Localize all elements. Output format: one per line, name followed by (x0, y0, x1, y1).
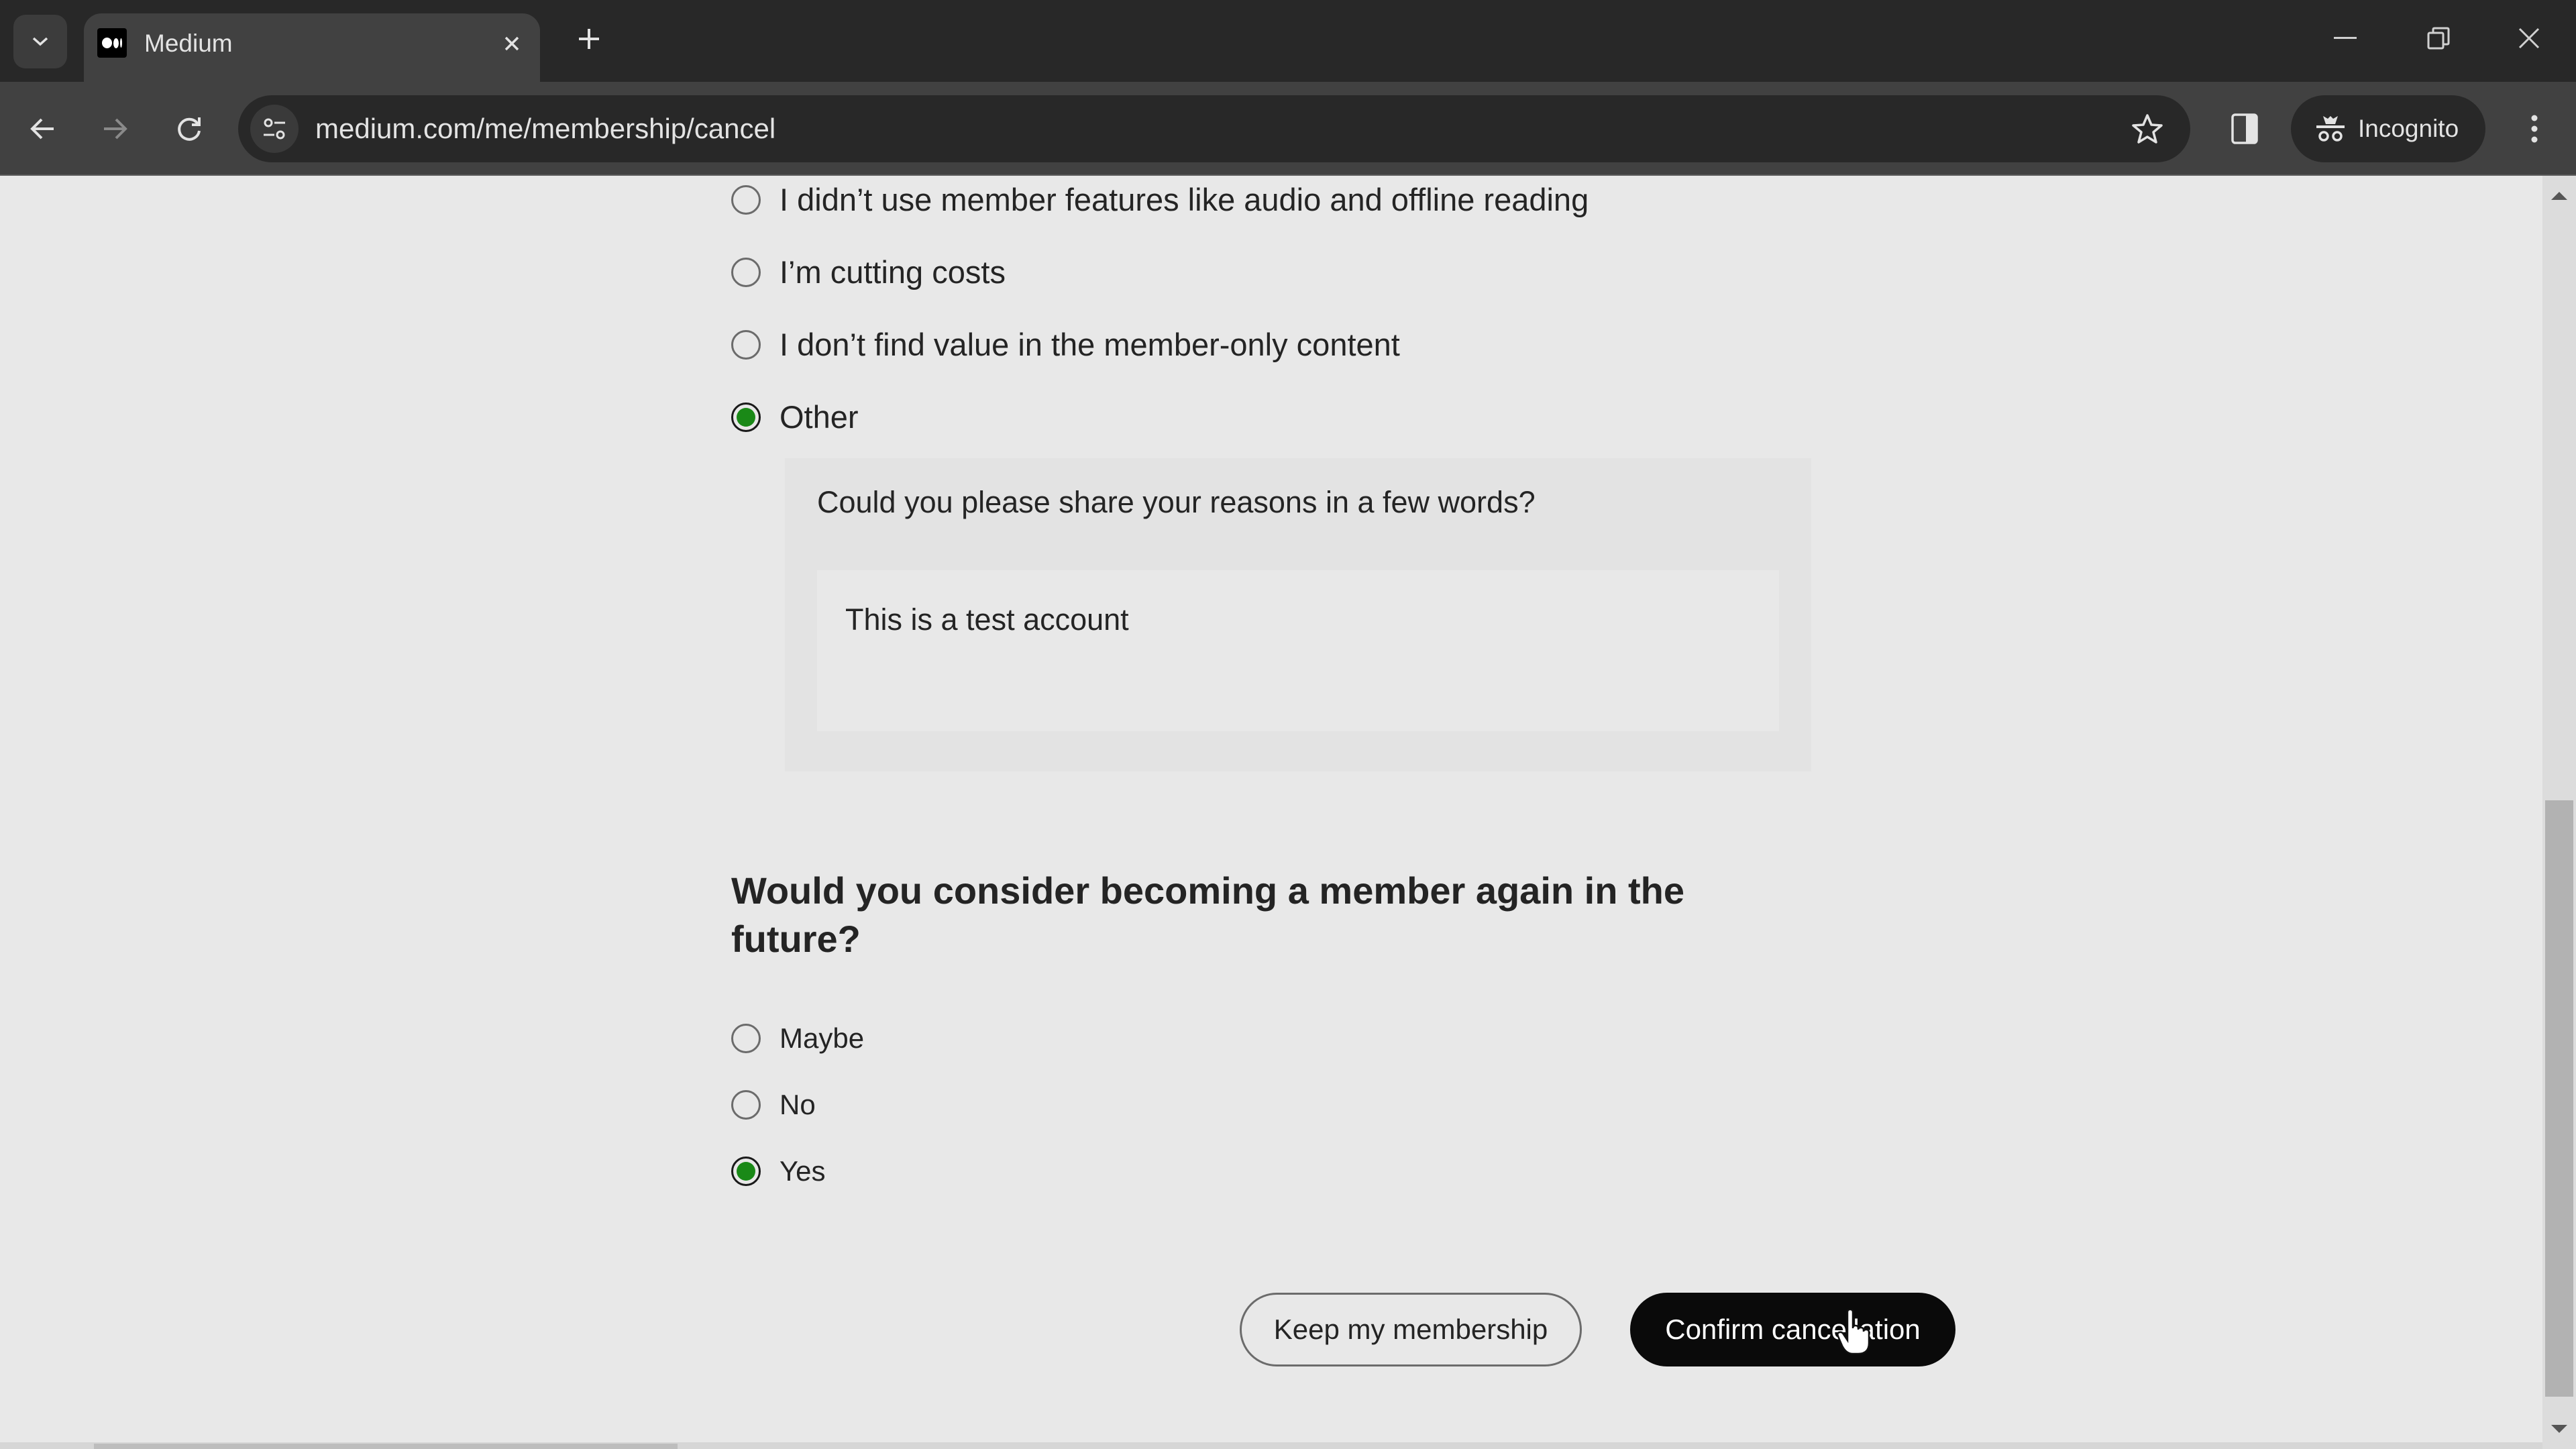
incognito-icon (2316, 116, 2345, 142)
scrollbar-thumb[interactable] (2545, 800, 2573, 1397)
radio-button[interactable] (731, 1090, 761, 1120)
chevron-down-icon (32, 37, 48, 46)
option-label: No (780, 1089, 816, 1120)
option-label: Maybe (780, 1022, 865, 1054)
radio-button[interactable] (731, 1024, 761, 1053)
keep-membership-button[interactable]: Keep my membership (1240, 1293, 1582, 1366)
arrow-left-icon (30, 118, 54, 140)
option-label: Yes (780, 1155, 826, 1187)
future-option-no[interactable]: No (731, 1089, 816, 1121)
tab-medium[interactable]: Medium (84, 13, 540, 82)
restore-icon (2427, 27, 2450, 50)
other-reason-prompt: Could you please share your reasons in a… (817, 485, 1536, 519)
tab-search-button[interactable] (13, 15, 67, 68)
reload-button[interactable] (165, 105, 213, 153)
triangle-up-icon (2551, 192, 2567, 200)
radio-button[interactable] (731, 184, 761, 215)
site-info-button[interactable] (250, 105, 299, 153)
radio-button[interactable] (731, 257, 761, 287)
side-panel-button[interactable] (2220, 105, 2269, 153)
window-close-button[interactable] (2502, 15, 2556, 62)
close-icon (2518, 28, 2540, 49)
future-option-maybe[interactable]: Maybe (731, 1022, 864, 1055)
page-scrollbar[interactable] (2542, 176, 2576, 1449)
url-text[interactable]: medium.com/me/membership/cancel (315, 95, 775, 162)
browser-toolbar: medium.com/me/membership/cancel Incognit… (0, 82, 2576, 176)
medium-logo-icon (97, 28, 127, 58)
future-option-yes[interactable]: Yes (731, 1155, 826, 1187)
minimize-button[interactable] (2318, 15, 2372, 62)
tune-icon (264, 118, 285, 140)
option-label: I didn’t use member features like audio … (780, 182, 1589, 217)
browser-menu-button[interactable] (2510, 105, 2559, 153)
radio-button[interactable] (731, 329, 761, 360)
side-panel-icon (2231, 113, 2258, 144)
scroll-up-button[interactable] (2542, 182, 2576, 209)
option-label: I don’t find value in the member-only co… (780, 327, 1400, 362)
forward-button[interactable] (91, 105, 139, 153)
progress-fill (94, 1444, 678, 1449)
restore-button[interactable] (2412, 15, 2465, 62)
option-label: I’m cutting costs (780, 254, 1006, 290)
radio-button-checked[interactable] (731, 402, 761, 432)
kebab-menu-icon (2531, 115, 2538, 143)
reason-option-features[interactable]: I didn’t use member features like audio … (731, 181, 1589, 218)
tab-close-button[interactable] (496, 28, 527, 59)
close-icon (504, 36, 519, 51)
confirm-cancellation-button[interactable]: Confirm cancellation (1630, 1293, 1955, 1366)
address-bar[interactable]: medium.com/me/membership/cancel (238, 95, 2190, 162)
hand-pointer-cursor-icon (1837, 1309, 1870, 1355)
plus-icon (579, 29, 599, 49)
back-button[interactable] (19, 105, 67, 153)
reason-option-costs[interactable]: I’m cutting costs (731, 254, 1006, 290)
tab-strip: Medium (0, 0, 2576, 82)
new-tab-button[interactable] (570, 20, 608, 58)
option-label: Other (780, 399, 859, 435)
reload-icon (178, 117, 201, 141)
minimize-icon (2334, 37, 2357, 39)
incognito-label: Incognito (2358, 115, 2459, 142)
arrow-right-icon (104, 118, 127, 140)
radio-button-checked[interactable] (731, 1157, 761, 1186)
future-membership-question: Would you consider becoming a member aga… (731, 869, 1684, 960)
cancel-membership-page: I didn’t use member features like audio … (0, 176, 2542, 1449)
bookmark-button[interactable] (2129, 110, 2166, 148)
other-reason-input[interactable] (817, 570, 1779, 731)
scroll-down-button[interactable] (2542, 1415, 2576, 1442)
triangle-down-icon (2551, 1425, 2567, 1433)
star-icon (2132, 114, 2163, 144)
other-reason-panel: Could you please share your reasons in a… (785, 458, 1811, 771)
bottom-progress-strip (0, 1442, 2542, 1449)
reason-option-other[interactable]: Other (731, 398, 859, 435)
reason-option-value[interactable]: I don’t find value in the member-only co… (731, 326, 1400, 363)
incognito-indicator[interactable]: Incognito (2291, 95, 2485, 162)
tab-title: Medium (144, 30, 233, 57)
